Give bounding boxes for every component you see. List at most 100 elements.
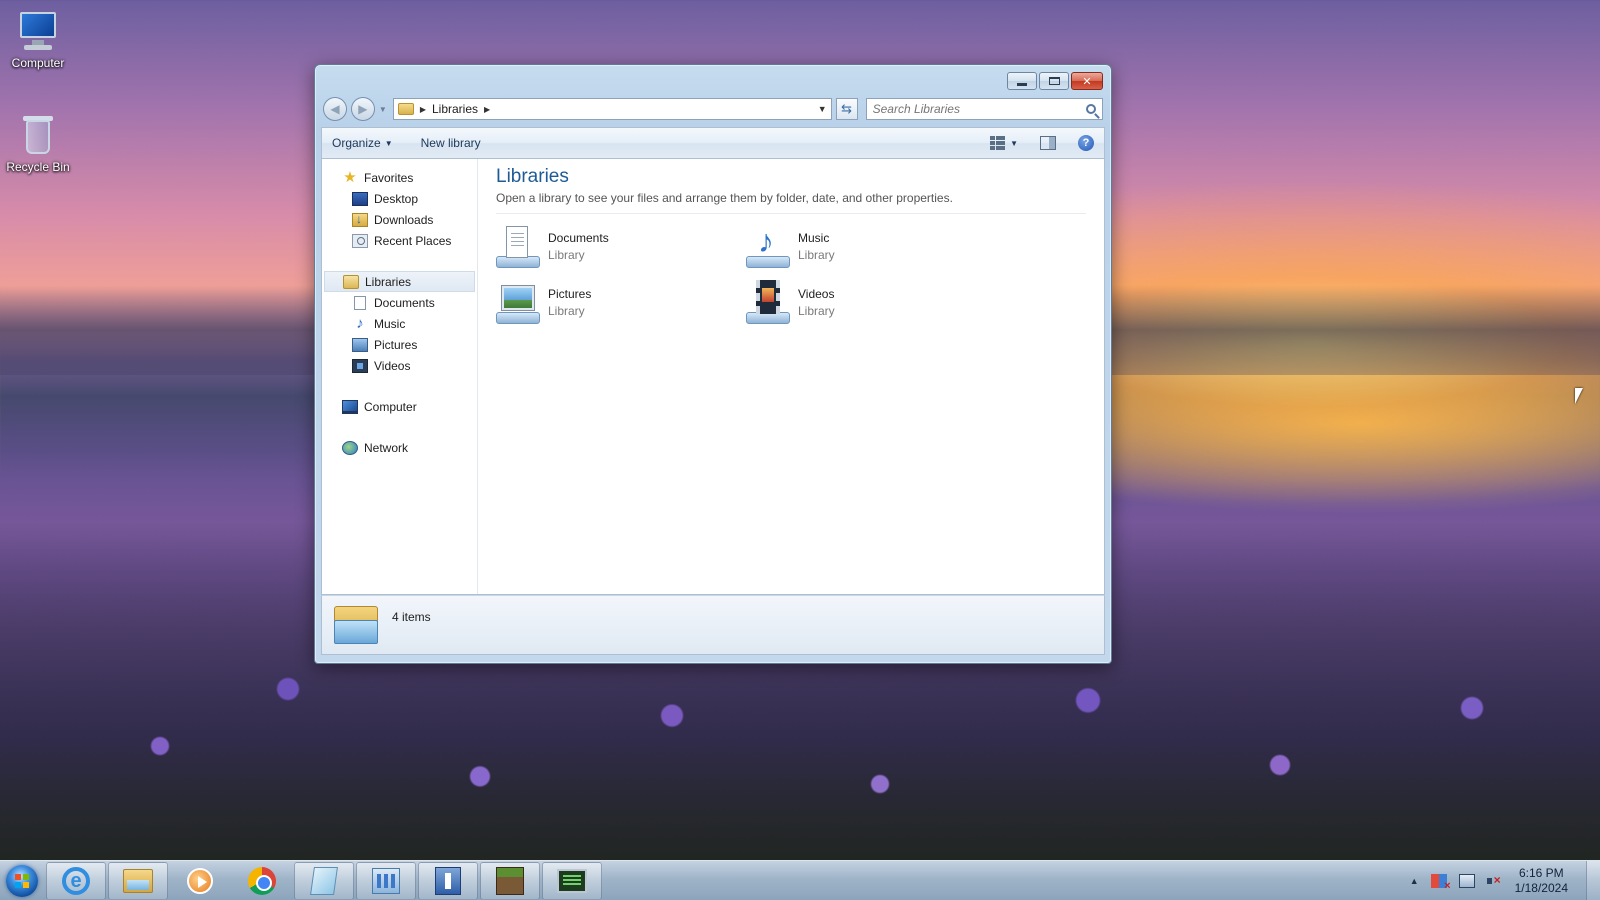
nav-label: Downloads [374, 212, 434, 227]
chevron-down-icon[interactable]: ▼ [1010, 139, 1018, 148]
nav-downloads[interactable]: Downloads [322, 209, 477, 230]
new-library-button[interactable]: New library [421, 136, 481, 150]
nav-desktop[interactable]: Desktop [322, 188, 477, 209]
change-view-button[interactable]: ▼ [990, 136, 1018, 150]
address-history-dropdown[interactable]: ▼ [818, 104, 827, 114]
library-tile-pictures[interactable]: Pictures Library [496, 278, 746, 326]
taskbar-notepad[interactable] [294, 861, 354, 900]
nav-label: Desktop [374, 191, 419, 206]
nav-label: Libraries [365, 274, 412, 289]
chrome-icon [248, 866, 276, 895]
pictures-library-icon [496, 280, 540, 324]
nav-label: Computer [364, 399, 417, 414]
action-center-flag-icon[interactable] [1430, 873, 1451, 892]
music-icon: ♪ [356, 314, 364, 332]
address-bar[interactable]: ▶ Libraries ▶ ▼ [392, 98, 832, 120]
forward-button[interactable]: ▶ [350, 97, 375, 121]
taskbar-chrome[interactable] [232, 862, 292, 900]
library-tile-music[interactable]: ♪ Music Library [746, 222, 996, 270]
nav-favorites[interactable]: ★ Favorites [322, 167, 477, 188]
videos-library-icon [746, 280, 790, 324]
nav-label: Favorites [364, 170, 414, 185]
nav-label: Recent Places [374, 233, 452, 248]
item-count: 4 items [392, 610, 431, 624]
nav-label: Network [364, 440, 409, 455]
refresh-button[interactable]: ⇆ [835, 98, 858, 120]
preview-pane-button[interactable] [1040, 136, 1056, 150]
taskbar-windows-explorer[interactable] [108, 861, 168, 900]
nav-pictures[interactable]: Pictures [322, 334, 477, 355]
library-type: Library [548, 303, 585, 318]
search-icon[interactable] [1085, 104, 1096, 114]
taskbar-minecraft[interactable] [480, 861, 540, 900]
explorer-window: ✕ ◀ ▶ ▼ ▶ Libraries ▶ ▼ ⇆ Organize ▼ New… [314, 64, 1112, 664]
mouse-cursor-icon [1575, 388, 1583, 404]
search-box[interactable] [865, 98, 1103, 120]
recent-pages-dropdown[interactable]: ▼ [379, 105, 389, 114]
breadcrumb-libraries[interactable]: Libraries [432, 102, 478, 116]
details-pane: 4 items [321, 595, 1105, 655]
library-tile-documents[interactable]: Documents Library [496, 222, 746, 270]
new-library-label: New library [420, 136, 481, 150]
computer-icon [16, 10, 60, 52]
windows-logo-icon [6, 864, 38, 897]
volume-muted-icon[interactable] [1486, 873, 1503, 888]
internet-explorer-icon: e [62, 866, 90, 895]
nav-recent-places[interactable]: Recent Places [322, 230, 477, 251]
library-type: Library [548, 247, 585, 262]
minimize-button[interactable] [1007, 72, 1037, 90]
taskbar-control-panel[interactable] [356, 861, 416, 900]
help-button[interactable]: ? [1078, 135, 1094, 151]
libraries-large-icon [334, 604, 378, 644]
chevron-down-icon: ▼ [378, 104, 387, 114]
taskbar-media-player[interactable] [170, 862, 230, 900]
breadcrumb-separator-icon[interactable]: ▶ [484, 105, 490, 114]
nav-documents[interactable]: Documents [322, 292, 477, 313]
library-name: Videos [798, 286, 835, 301]
close-icon: ✕ [1082, 75, 1092, 88]
nav-label: Music [374, 316, 406, 331]
nav-libraries[interactable]: Libraries [324, 271, 475, 292]
show-hidden-icons-button[interactable]: ▲ [1410, 876, 1419, 886]
page-title: Libraries [496, 166, 569, 187]
library-name: Pictures [548, 286, 592, 301]
taskbar-task-monitor[interactable] [542, 861, 602, 900]
document-app-icon [435, 866, 461, 895]
nav-videos[interactable]: Videos [322, 355, 477, 376]
start-button[interactable] [0, 861, 44, 900]
search-input[interactable] [872, 102, 1073, 116]
nav-label: Pictures [374, 337, 418, 352]
desktop-icon-recycle-bin[interactable]: Recycle Bin [0, 114, 76, 174]
system-tray: ▲ 6:16 PM 1/18/2024 [1410, 861, 1586, 900]
show-desktop-button[interactable] [1586, 860, 1600, 900]
library-tile-videos[interactable]: Videos Library [746, 278, 996, 326]
nav-music[interactable]: ♪ Music [322, 313, 477, 334]
caption-buttons: ✕ [1007, 72, 1103, 90]
back-button[interactable]: ◀ [323, 97, 347, 121]
organize-menu-button[interactable]: Organize ▼ [332, 136, 393, 150]
desktop-icon-label: Recycle Bin [6, 160, 70, 174]
maximize-icon [1048, 77, 1060, 85]
close-button[interactable]: ✕ [1071, 72, 1103, 90]
recent-places-icon [352, 233, 368, 248]
system-clock[interactable]: 6:16 PM 1/18/2024 [1515, 866, 1568, 896]
forward-arrow-icon: ▶ [358, 102, 368, 116]
library-type: Library [798, 247, 835, 262]
breadcrumb-separator-icon[interactable]: ▶ [420, 105, 426, 114]
taskbar-document-app[interactable] [418, 861, 478, 900]
libraries-icon [343, 274, 359, 289]
explorer-body: ★ Favorites Desktop Downloads Recent Pla… [321, 159, 1105, 595]
network-status-icon[interactable] [1458, 873, 1475, 888]
navigation-row: ◀ ▶ ▼ ▶ Libraries ▶ ▼ ⇆ [323, 97, 1103, 121]
desktop-icon [352, 191, 368, 206]
nav-computer[interactable]: Computer [322, 396, 477, 417]
minimize-icon [1017, 82, 1027, 86]
star-icon: ★ [343, 168, 357, 186]
taskbar-internet-explorer[interactable]: e [46, 861, 106, 900]
nav-network[interactable]: Network [322, 437, 477, 458]
content-pane: Libraries Open a library to see your fil… [478, 159, 1104, 594]
maximize-button[interactable] [1039, 72, 1069, 90]
windows-explorer-icon [123, 868, 153, 893]
desktop-icon-computer[interactable]: Computer [0, 10, 76, 70]
libraries-folder-icon [397, 103, 414, 115]
